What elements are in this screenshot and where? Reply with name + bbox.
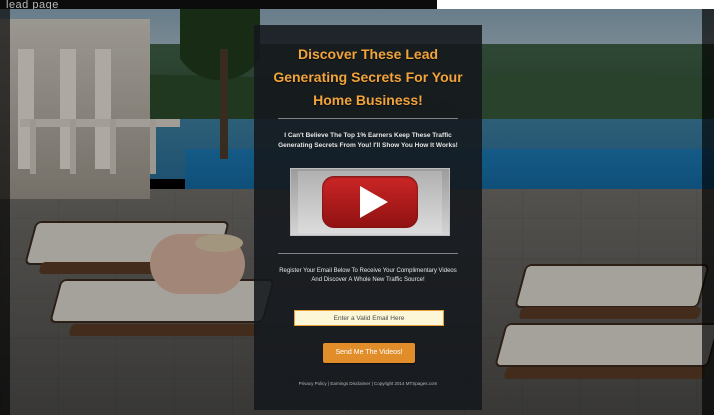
footer-links[interactable]: Privacy Policy | Earnings Disclaimer | C… [264, 380, 472, 387]
video-player[interactable] [290, 168, 450, 236]
top-bar-light [437, 0, 714, 9]
register-text: Register Your Email Below To Receive You… [279, 268, 457, 283]
play-button[interactable] [322, 176, 418, 228]
top-bar-dark [0, 0, 437, 9]
video-thumbnail [298, 171, 442, 233]
left-shade [0, 9, 10, 415]
panel-subheadline: I Can't Believe The Top 1% Earners Keep … [278, 132, 458, 149]
play-icon [360, 186, 388, 218]
right-shade [702, 9, 714, 415]
video-divider [278, 253, 458, 254]
email-field[interactable]: Enter a Valid Email Here [294, 310, 444, 326]
optin-panel: Discover These Lead Generating Secrets F… [254, 25, 482, 410]
panel-headline: Discover These Lead Generating Secrets F… [273, 46, 463, 108]
send-videos-button[interactable]: Send Me The Videos! [323, 343, 415, 363]
headline-divider [278, 118, 458, 119]
